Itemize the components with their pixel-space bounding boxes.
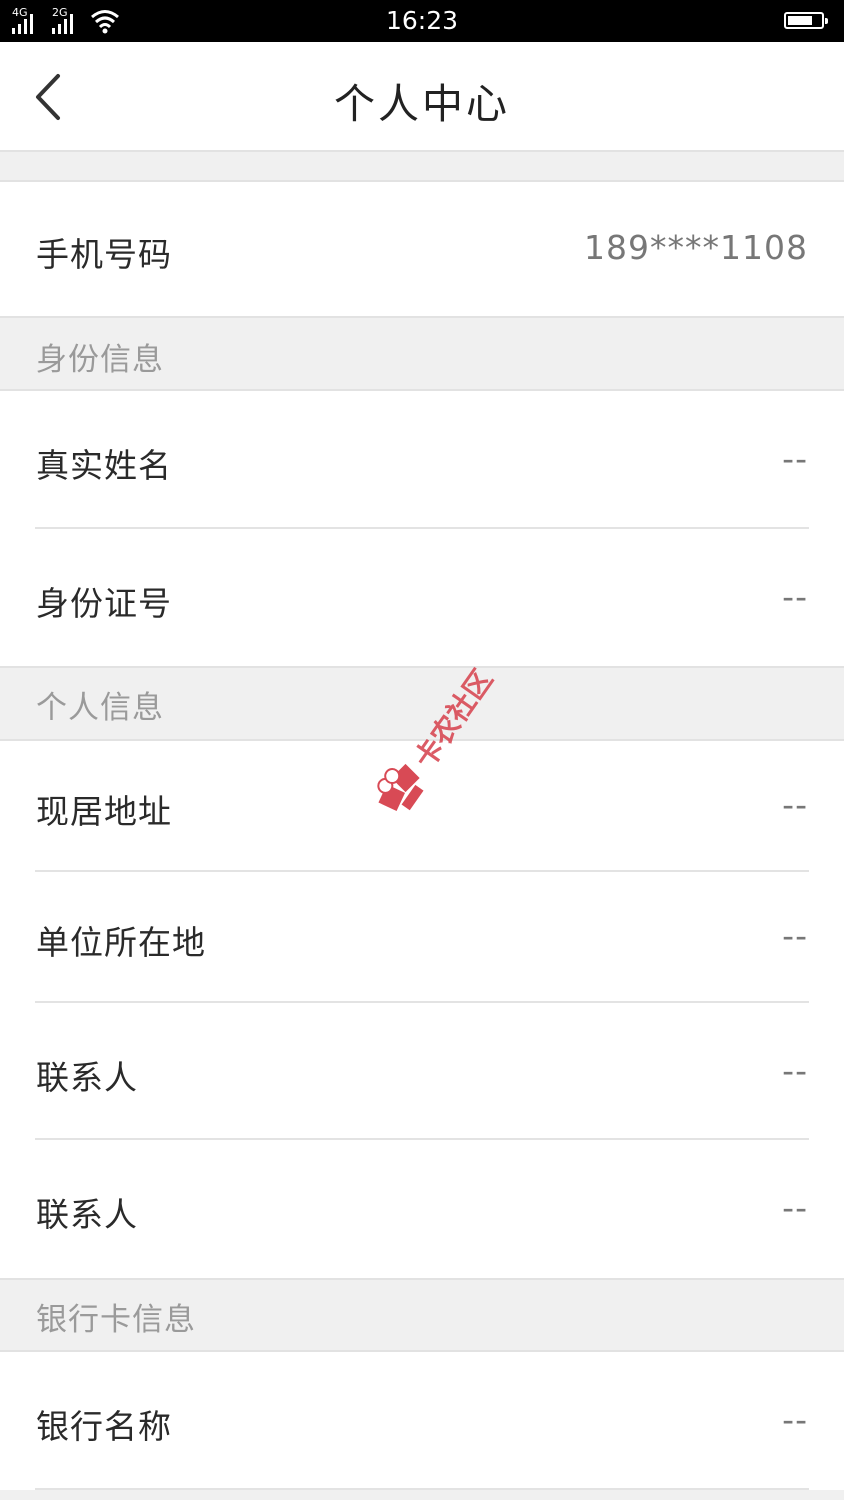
status-bar: 4G 2G 16:23 xyxy=(0,0,844,42)
status-time: 16:23 xyxy=(385,6,459,35)
real-name-row[interactable]: 真实姓名 -- xyxy=(0,391,844,529)
id-number-value: -- xyxy=(782,577,808,616)
section-bank-label: 银行卡信息 xyxy=(36,1302,196,1338)
nav-bar: 个人中心 xyxy=(0,42,844,152)
real-name-value: -- xyxy=(782,439,808,478)
battery-icon xyxy=(784,12,828,29)
work-location-value: -- xyxy=(782,916,808,955)
address-label: 现居地址 xyxy=(36,792,172,831)
contact-row-2[interactable]: 联系人 -- xyxy=(0,1140,844,1278)
page-title: 个人中心 xyxy=(334,80,510,128)
bank-name-value: -- xyxy=(782,1400,808,1439)
bank-name-row[interactable]: 银行名称 -- xyxy=(0,1352,844,1490)
section-personal: 个人信息 xyxy=(0,666,844,741)
bank-name-label: 银行名称 xyxy=(36,1407,172,1446)
contact-row-1[interactable]: 联系人 -- xyxy=(0,1003,844,1140)
contact-value-2: -- xyxy=(782,1188,808,1227)
section-bank: 银行卡信息 xyxy=(0,1278,844,1352)
divider xyxy=(35,1488,809,1490)
work-location-label: 单位所在地 xyxy=(36,923,206,962)
id-number-row[interactable]: 身份证号 -- xyxy=(0,529,844,666)
phone-row[interactable]: 手机号码 189****1108 xyxy=(0,180,844,316)
section-personal-label: 个人信息 xyxy=(36,690,164,726)
contact-value-1: -- xyxy=(782,1051,808,1090)
id-number-label: 身份证号 xyxy=(36,584,172,623)
work-location-row[interactable]: 单位所在地 -- xyxy=(0,872,844,1003)
phone-value: 189****1108 xyxy=(584,228,808,267)
section-identity-label: 身份信息 xyxy=(36,342,164,378)
real-name-label: 真实姓名 xyxy=(36,446,172,485)
address-row[interactable]: 现居地址 -- xyxy=(0,741,844,872)
section-identity: 身份信息 xyxy=(0,316,844,391)
phone-label: 手机号码 xyxy=(36,235,172,274)
address-value: -- xyxy=(782,785,808,824)
contact-label-2: 联系人 xyxy=(36,1195,138,1234)
contact-label-1: 联系人 xyxy=(36,1058,138,1097)
